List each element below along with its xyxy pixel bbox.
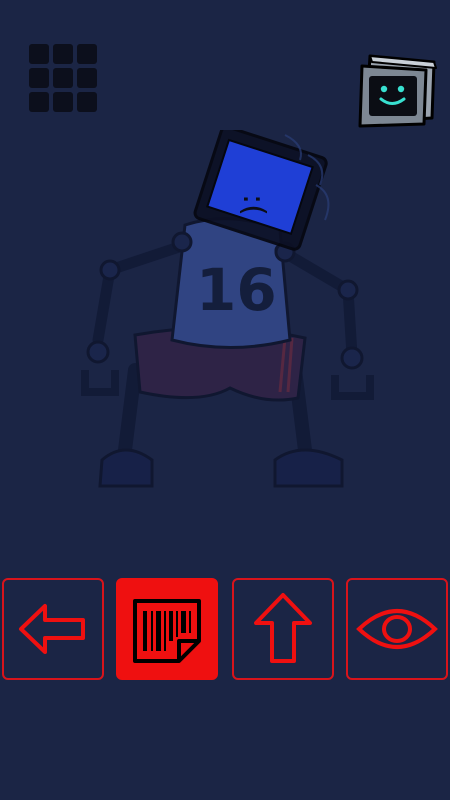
eye-icon	[356, 609, 438, 649]
back-button[interactable]	[2, 578, 104, 680]
tv-head-character: 16 :(	[81, 130, 374, 488]
view-button[interactable]	[346, 578, 448, 680]
arrow-left-icon	[19, 604, 85, 654]
barcode-sticker-icon	[133, 599, 201, 663]
monitor-smiley-icon[interactable]	[356, 52, 438, 130]
action-bar	[0, 576, 450, 682]
arrow-up-icon	[254, 593, 312, 663]
grid-menu-icon[interactable]	[29, 44, 97, 112]
jersey-number: 16	[196, 256, 277, 324]
up-button[interactable]	[232, 578, 334, 680]
sticker-button[interactable]	[116, 578, 218, 680]
screen-face: :(	[236, 194, 271, 216]
